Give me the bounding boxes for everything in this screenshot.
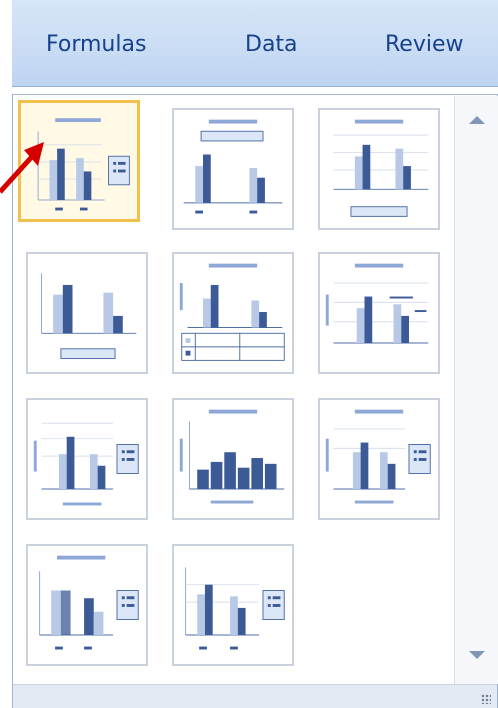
gallery-resize-bar (13, 684, 497, 708)
chart-layout-icon (41, 273, 137, 359)
tab-review[interactable]: Review (385, 32, 464, 57)
chart-layout-icon (183, 119, 283, 214)
chart-layout-icon (325, 409, 431, 504)
chart-layout-9[interactable] (318, 398, 440, 520)
chart-layout-icon (179, 409, 285, 504)
scroll-down-icon[interactable] (469, 651, 485, 659)
ribbon-tab-bar: Formulas Data Review (12, 0, 498, 87)
chart-layout-11[interactable] (172, 544, 294, 666)
scroll-up-icon[interactable] (469, 116, 485, 124)
annotation-arrow-icon (0, 142, 44, 194)
chart-layout-icon (33, 422, 139, 506)
chart-layout-icon (179, 263, 285, 361)
tab-data[interactable]: Data (245, 32, 298, 57)
chart-layout-10[interactable] (26, 544, 148, 666)
chart-layout-icon (185, 567, 285, 650)
chart-layout-5[interactable] (172, 252, 294, 374)
chart-layout-icon (333, 119, 429, 217)
chart-layout-2[interactable] (172, 108, 294, 230)
chart-layout-icon (325, 263, 429, 344)
chart-layout-8[interactable] (172, 398, 294, 520)
gallery-scrollbar[interactable] (454, 96, 498, 684)
chart-layout-3[interactable] (318, 108, 440, 230)
tab-formulas[interactable]: Formulas (46, 32, 146, 57)
chart-layout-6[interactable] (318, 252, 440, 374)
chart-layout-icon (39, 555, 139, 650)
chart-layout-7[interactable] (26, 398, 148, 520)
chart-layout-4[interactable] (26, 252, 148, 374)
resize-grip-icon[interactable] (481, 694, 491, 704)
